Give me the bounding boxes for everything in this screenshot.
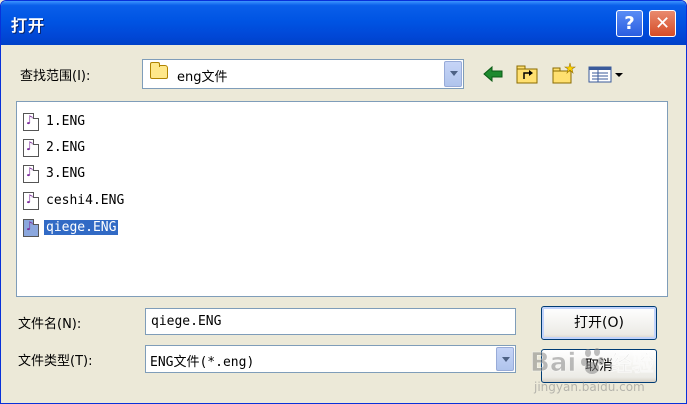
filename-field[interactable] — [145, 308, 516, 335]
eng-file-icon — [23, 113, 39, 131]
up-folder-button[interactable] — [515, 62, 539, 86]
eng-file-icon — [23, 192, 39, 210]
open-dialog: 打开 ? ✕ 查找范围(I): eng文件 ♪ 1.ENG ♪ 2.ENG ♪ … — [0, 0, 687, 404]
lookin-value: eng文件 — [177, 70, 228, 85]
close-icon: ✕ — [654, 13, 671, 34]
filetype-value: ENG文件(*.eng) — [150, 355, 255, 370]
open-button[interactable]: 打开(O) — [541, 306, 657, 340]
eng-file-icon — [23, 139, 39, 157]
file-name: 3.ENG — [46, 166, 86, 181]
chevron-down-icon[interactable] — [496, 347, 514, 371]
file-name: qiege.ENG — [44, 220, 119, 235]
title-bar[interactable]: 打开 ? ✕ — [1, 1, 686, 45]
help-icon: ? — [624, 13, 635, 34]
filetype-label: 文件类型(T): — [18, 354, 93, 369]
back-button[interactable] — [481, 62, 505, 86]
eng-file-icon — [23, 165, 39, 183]
filename-label: 文件名(N): — [18, 317, 82, 332]
back-arrow-icon — [483, 65, 503, 83]
lookin-label: 查找范围(I): — [20, 69, 91, 84]
file-name: 2.ENG — [46, 140, 86, 155]
help-button[interactable]: ? — [616, 10, 643, 37]
filename-input[interactable] — [146, 309, 515, 334]
file-name: 1.ENG — [46, 114, 86, 129]
close-button[interactable]: ✕ — [649, 10, 676, 37]
baidu-watermark: Bai 经验 jingyan.baidu.com — [524, 341, 684, 401]
watermark-brand: Bai — [530, 348, 576, 378]
filetype-combo[interactable]: ENG文件(*.eng) — [145, 345, 516, 373]
file-name: ceshi4.ENG — [46, 193, 125, 208]
file-list[interactable]: 1.ENG 2.ENG 3.ENG ceshi4.ENG qiege.ENG — [16, 101, 668, 297]
lookin-combo[interactable]: eng文件 — [142, 59, 464, 89]
dialog-title: 打开 — [11, 16, 46, 35]
watermark-brand2: 经验 — [610, 351, 654, 377]
folder-icon — [150, 62, 168, 79]
watermark-url: jingyan.baidu.com — [533, 380, 645, 394]
new-folder-icon — [552, 62, 576, 84]
chevron-down-icon[interactable] — [444, 61, 462, 87]
view-menu-button[interactable] — [587, 62, 627, 86]
view-menu-icon — [588, 66, 623, 83]
up-folder-icon — [516, 65, 538, 84]
baidu-logo-icon: Bai 经验 jingyan.baidu.com — [530, 348, 655, 394]
new-folder-button[interactable] — [551, 62, 576, 86]
eng-file-icon — [23, 219, 39, 237]
